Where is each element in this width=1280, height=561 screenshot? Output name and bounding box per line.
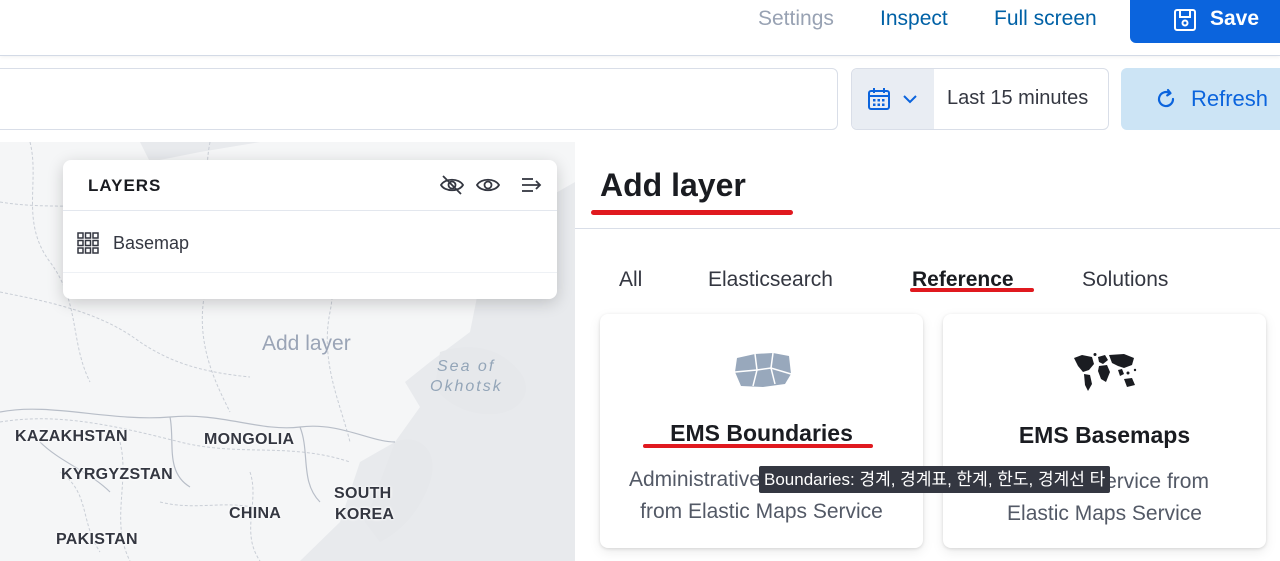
country-label-china: CHINA xyxy=(229,505,282,522)
country-label-kyrgyzstan: KYRGYZSTAN xyxy=(61,466,174,483)
boundaries-icon xyxy=(734,352,792,387)
collapse-panel-icon[interactable] xyxy=(520,174,544,196)
grid-icon xyxy=(77,232,99,254)
calendar-icon xyxy=(868,88,890,110)
full-screen-link[interactable]: Full screen xyxy=(994,8,1097,30)
refresh-icon xyxy=(1157,88,1175,108)
country-label-pakistan: PAKISTAN xyxy=(56,531,138,548)
annotation-underline-tab xyxy=(910,288,1034,292)
flyout-title: Add layer xyxy=(600,167,746,203)
country-label-korea: KOREA xyxy=(335,506,395,523)
ems-basemaps-card[interactable]: EMS Basemaps Basemap service from Elasti… xyxy=(943,314,1266,548)
country-label-kazakhstan: KAZAKHSTAN xyxy=(15,428,128,445)
sea-label-line2: Okhotsk xyxy=(430,378,503,395)
refresh-label: Refresh xyxy=(1191,86,1269,111)
settings-link[interactable]: Settings xyxy=(758,8,834,30)
date-picker: Last 15 minutes xyxy=(851,68,1109,130)
country-label-mongolia: MONGOLIA xyxy=(204,431,295,448)
save-icon xyxy=(1174,9,1196,31)
chevron-down-icon xyxy=(903,95,917,104)
layer-row-basemap[interactable]: Basemap xyxy=(63,211,557,273)
card-title: EMS Basemaps xyxy=(1018,422,1191,448)
annotation-underline-title xyxy=(591,210,793,215)
layers-title: LAYERS xyxy=(88,176,162,195)
search-query-input[interactable] xyxy=(0,68,838,130)
flyout-divider xyxy=(575,228,1280,229)
map-add-layer-hint: Add layer xyxy=(262,332,351,355)
sea-label-line1: Sea of xyxy=(437,358,496,375)
quick-select-button[interactable] xyxy=(852,69,934,129)
add-layer-flyout: Add layer All Elasticsearch Reference So… xyxy=(575,142,1280,561)
ems-boundaries-card[interactable]: EMS Boundaries Administrative from Elast… xyxy=(600,314,923,548)
inspect-link[interactable]: Inspect xyxy=(880,8,948,30)
tab-solutions[interactable]: Solutions xyxy=(1082,268,1168,292)
translation-tooltip: Boundaries: 경계, 경계표, 한계, 한도, 경계선 타 xyxy=(759,466,1111,493)
card-desc-line2: from Elastic Maps Service xyxy=(640,500,883,523)
layer-control-panel: LAYERS Basemap xyxy=(63,160,557,299)
eye-closed-icon[interactable] xyxy=(439,174,465,196)
world-map-icon xyxy=(1074,353,1137,391)
card-title: EMS Boundaries xyxy=(670,420,853,446)
card-desc-line2: Elastic Maps Service xyxy=(1007,502,1202,525)
eye-icon[interactable] xyxy=(475,174,501,196)
refresh-button[interactable]: Refresh xyxy=(1121,68,1280,130)
top-nav-bar: Settings Inspect Full screen Save xyxy=(0,0,1280,56)
tab-elasticsearch[interactable]: Elasticsearch xyxy=(708,268,833,292)
tab-all[interactable]: All xyxy=(619,268,642,292)
save-button[interactable]: Save xyxy=(1130,0,1280,43)
time-range-label[interactable]: Last 15 minutes xyxy=(947,87,1088,110)
save-label: Save xyxy=(1210,7,1260,30)
annotation-underline-card xyxy=(643,444,873,448)
layer-label: Basemap xyxy=(113,233,190,253)
country-label-south: SOUTH xyxy=(334,485,392,502)
